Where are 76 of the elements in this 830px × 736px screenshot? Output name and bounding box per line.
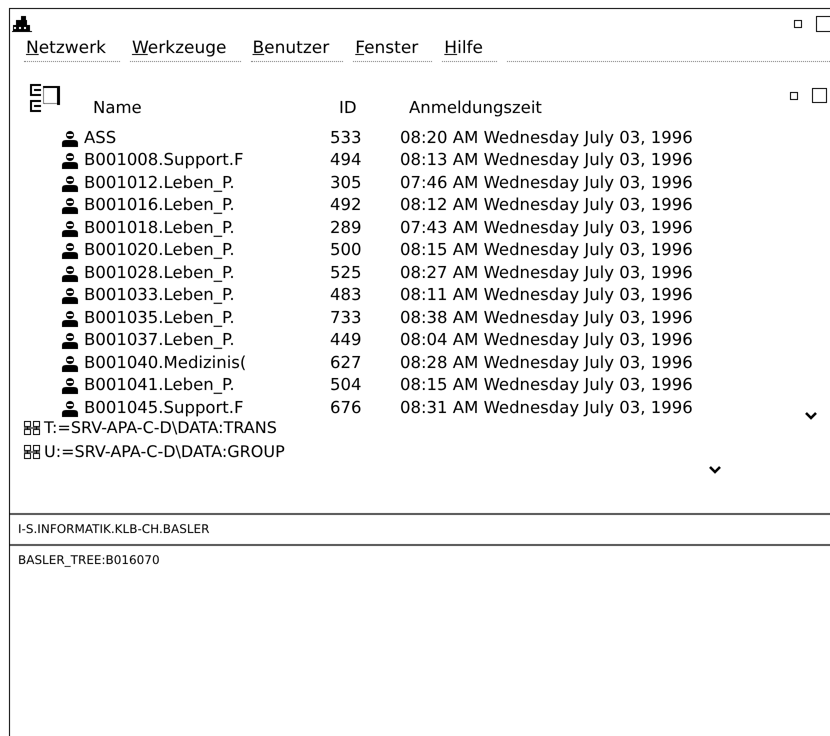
minimize-icon bbox=[794, 20, 802, 28]
user-id: 289 bbox=[330, 216, 362, 239]
column-header: ID bbox=[339, 96, 358, 119]
user-name: B001028.Leben_P. bbox=[84, 262, 236, 284]
user-icon bbox=[62, 287, 78, 304]
user-icon bbox=[62, 264, 78, 282]
user-name: B001016.Leben_P. bbox=[84, 194, 236, 216]
column-header: Anmeldungszeit bbox=[409, 96, 542, 119]
drive-mapping: U:=SRV-APA-C-D\DATA:GROUP bbox=[44, 440, 285, 462]
list-view-icon bbox=[30, 100, 41, 112]
user-id: 733 bbox=[330, 306, 362, 329]
user-id: 676 bbox=[330, 396, 362, 419]
menu-item[interactable]: Fenster bbox=[353, 37, 432, 62]
user-name: B001037.Leben_P. bbox=[84, 329, 236, 352]
user-id: 525 bbox=[330, 262, 362, 284]
menu-item[interactable]: Netzwerk bbox=[24, 37, 120, 62]
list-view-icon bbox=[30, 84, 41, 96]
login-time: 08:20 AM Wednesday July 03, 1996 bbox=[400, 126, 693, 149]
user-id: 504 bbox=[330, 374, 362, 396]
menu-item[interactable]: Werkzeuge bbox=[130, 37, 240, 62]
user-icon bbox=[62, 130, 78, 147]
user-name: B001008.Support.F bbox=[84, 149, 245, 172]
user-icon bbox=[62, 174, 78, 192]
login-time: 08:04 AM Wednesday July 03, 1996 bbox=[400, 329, 693, 352]
user-name: B001041.Leben_P. bbox=[84, 374, 236, 396]
maximize-icon bbox=[816, 16, 830, 32]
user-name: B001045.Support.F bbox=[84, 396, 245, 419]
minimize-icon bbox=[790, 92, 798, 100]
user-name: B001035.Leben_P. bbox=[84, 306, 236, 329]
user-icon bbox=[62, 332, 78, 350]
user-name: B001020.Leben_P. bbox=[84, 239, 236, 262]
drive-mapping: T:=SRV-APA-C-D\DATA:TRANS bbox=[44, 416, 277, 438]
status-text: I-S.INFORMATIK.KLB-CH.BASLER bbox=[18, 521, 210, 538]
user-id: 627 bbox=[330, 352, 362, 374]
login-time: 08:11 AM Wednesday July 03, 1996 bbox=[400, 284, 693, 306]
login-time: 08:12 AM Wednesday July 03, 1996 bbox=[400, 194, 693, 216]
scroll-down-chevron-icon bbox=[805, 412, 817, 420]
maximize-icon bbox=[812, 88, 827, 103]
user-icon bbox=[62, 354, 78, 372]
user-name: B001040.Medizinis( bbox=[84, 352, 248, 374]
app-logo-icon bbox=[12, 15, 32, 33]
login-time: 08:28 AM Wednesday July 03, 1996 bbox=[400, 352, 693, 374]
status-text: BASLER_TREE:B016070 bbox=[18, 552, 160, 569]
user-id: 533 bbox=[330, 126, 362, 149]
column-header: Name bbox=[93, 96, 143, 119]
frame-icon bbox=[43, 84, 61, 106]
login-time: 08:15 AM Wednesday July 03, 1996 bbox=[400, 374, 693, 396]
user-id: 500 bbox=[330, 239, 362, 262]
user-name: ASS bbox=[84, 126, 118, 149]
user-icon bbox=[62, 197, 78, 214]
user-icon bbox=[62, 310, 78, 327]
login-time: 08:15 AM Wednesday July 03, 1996 bbox=[400, 239, 693, 262]
network-drive-icon bbox=[24, 420, 40, 434]
scroll-down-chevron-icon bbox=[709, 466, 721, 474]
user-id: 483 bbox=[330, 284, 362, 306]
user-id: 494 bbox=[330, 149, 362, 172]
login-time: 08:27 AM Wednesday July 03, 1996 bbox=[400, 262, 693, 284]
login-time: 07:46 AM Wednesday July 03, 1996 bbox=[400, 172, 693, 194]
user-name: B001012.Leben_P. bbox=[84, 172, 236, 194]
user-name: B001033.Leben_P. bbox=[84, 284, 236, 306]
user-id: 305 bbox=[330, 172, 362, 194]
user-icon bbox=[62, 242, 78, 260]
login-time: 08:31 AM Wednesday July 03, 1996 bbox=[400, 396, 693, 419]
menu-item[interactable]: Hilfe bbox=[442, 37, 497, 62]
user-icon bbox=[62, 400, 78, 417]
network-drive-icon bbox=[24, 444, 40, 458]
menu-item[interactable]: Benutzer bbox=[250, 37, 344, 62]
user-icon bbox=[62, 152, 78, 170]
login-time: 07:43 AM Wednesday July 03, 1996 bbox=[400, 216, 693, 239]
user-icon bbox=[62, 377, 78, 394]
user-icon bbox=[62, 220, 78, 237]
user-name: B001018.Leben_P. bbox=[84, 216, 236, 239]
user-id: 492 bbox=[330, 194, 362, 216]
login-time: 08:38 AM Wednesday July 03, 1996 bbox=[400, 306, 693, 329]
login-time: 08:13 AM Wednesday July 03, 1996 bbox=[400, 149, 693, 172]
user-id: 449 bbox=[330, 329, 362, 352]
